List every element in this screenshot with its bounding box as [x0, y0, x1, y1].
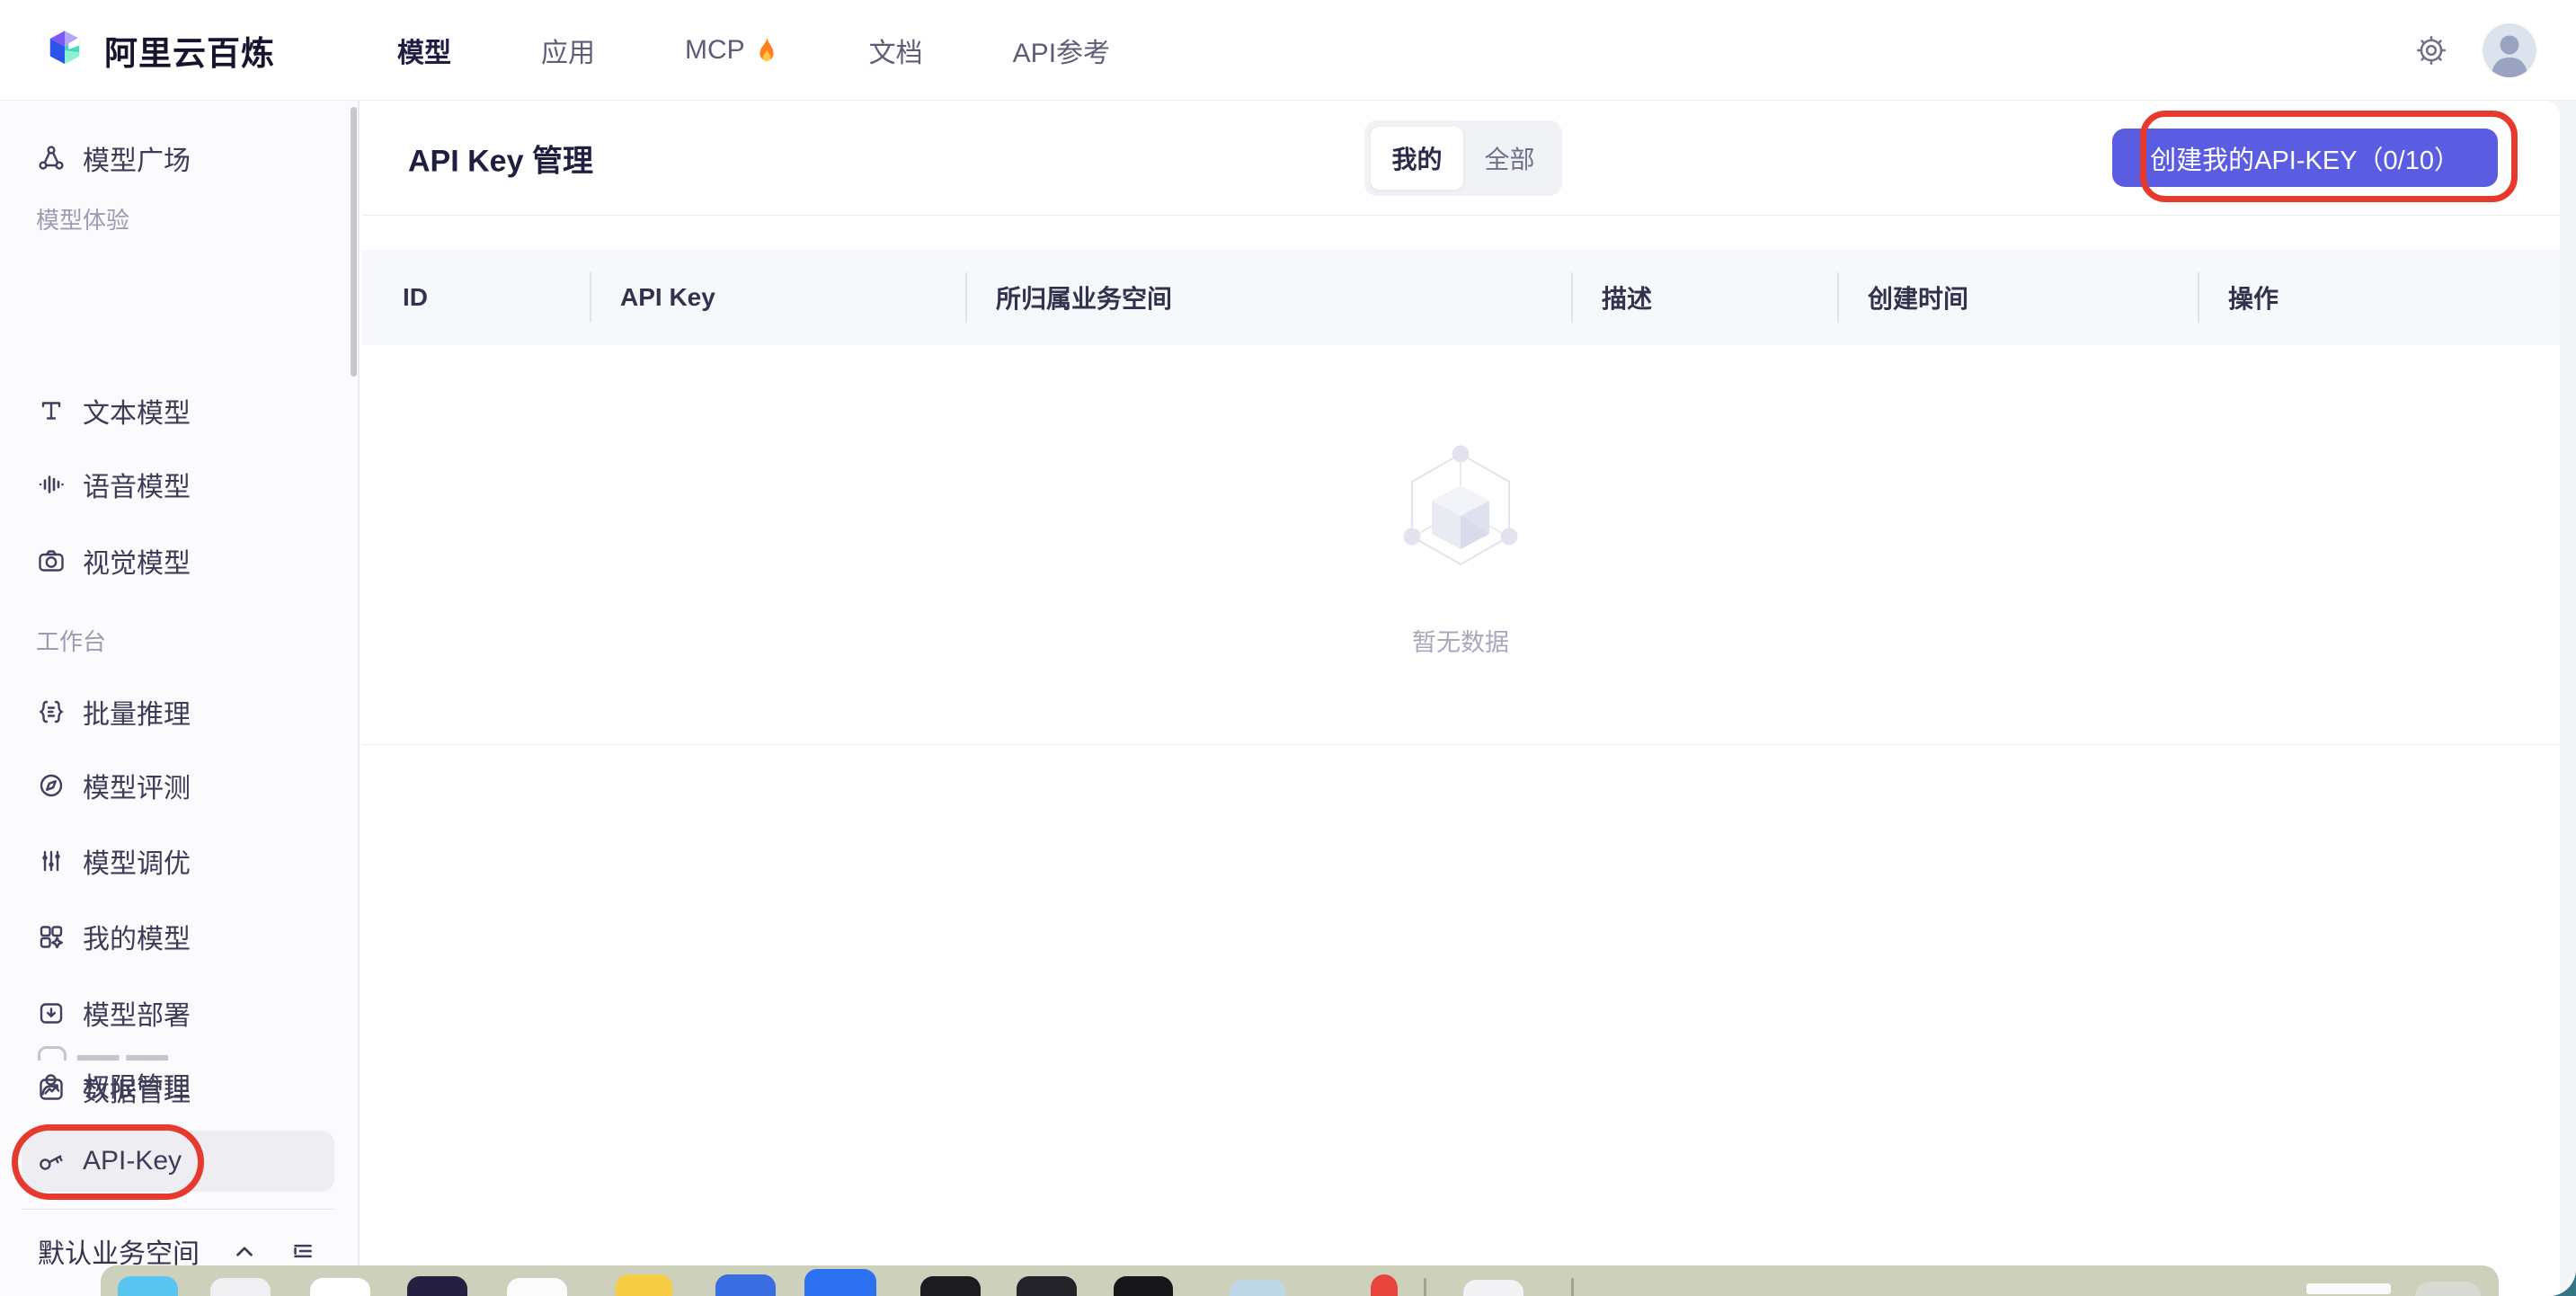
nav-item-docs[interactable]: 文档: [869, 31, 923, 70]
dock-app-9[interactable]: [920, 1276, 981, 1296]
collapse-panel-icon[interactable]: [288, 1237, 316, 1265]
column-header-description: 描述: [1571, 250, 1837, 345]
brand[interactable]: 阿里云百炼: [41, 26, 275, 75]
main-area: API Key 管理 我的 全部 创建我的API-KEY（0/10） ID AP…: [361, 101, 2576, 1296]
bailian-logo-icon: [41, 27, 88, 74]
column-header-actions: 操作: [2198, 250, 2560, 345]
macos-dock: [101, 1265, 2499, 1296]
dock-app-3[interactable]: [310, 1278, 370, 1296]
dock-separator-1: [1424, 1278, 1426, 1296]
person-icon: [36, 1070, 67, 1100]
sidebar-item-label: 模型评测: [83, 766, 191, 805]
dock-trash[interactable]: [2415, 1282, 2481, 1296]
sidebar-section-workbench: 工作台: [36, 627, 106, 652]
column-divider: [1571, 272, 1573, 323]
sidebar-item-label: 模型调优: [83, 841, 191, 881]
sidebar-item-speech-model[interactable]: 语音模型: [0, 457, 351, 512]
dock-app-4[interactable]: [407, 1276, 467, 1296]
sidebar-item-batch-inference[interactable]: 批量推理: [0, 684, 351, 740]
sidebar-divider: [22, 1209, 336, 1210]
key-icon: [36, 1146, 67, 1176]
column-header-id: ID: [361, 250, 590, 345]
nav-item-app[interactable]: 应用: [541, 31, 595, 70]
sidebar-section-experience: 模型体验: [36, 206, 129, 231]
waveform-icon: [36, 469, 67, 500]
dock-app-12[interactable]: [1230, 1280, 1285, 1296]
hub-icon: [36, 143, 67, 173]
camera-icon: [36, 546, 67, 576]
sidebar-item-label: 文本模型: [83, 391, 191, 431]
empty-cube-icon: [1398, 445, 1523, 580]
compass-icon: [36, 770, 67, 801]
dock-app-10[interactable]: [1017, 1276, 1077, 1296]
toggle-option-mine[interactable]: 我的: [1371, 127, 1463, 190]
sidebar-item-my-models[interactable]: 我的模型: [0, 909, 351, 964]
table-header-row: ID API Key 所归属业务空间 描述 创建时间 操作: [361, 250, 2560, 345]
dock-app-8[interactable]: [804, 1269, 876, 1296]
column-divider: [590, 272, 591, 323]
column-divider: [2198, 272, 2199, 323]
primary-nav: 模型 应用 MCP 文档 API参考: [397, 0, 1110, 101]
dock-app-red[interactable]: [1371, 1274, 1398, 1296]
empty-state-text: 暂无数据: [1412, 623, 1509, 658]
sidebar-scrollbar[interactable]: [351, 107, 357, 377]
grid-sparkle-icon: [36, 921, 67, 952]
page-title: API Key 管理: [408, 136, 593, 180]
sidebar-item-model-eval[interactable]: 模型评测: [0, 758, 351, 813]
empty-state: 暂无数据: [361, 445, 2560, 658]
dock-app-7[interactable]: [715, 1274, 776, 1296]
dock-app-6[interactable]: [616, 1274, 672, 1296]
sidebar-item-label: 批量推理: [83, 692, 191, 732]
nav-item-model[interactable]: 模型: [397, 31, 451, 70]
sidebar-item-permission[interactable]: 权限管理: [0, 1057, 351, 1113]
sidebar-item-model-tuning[interactable]: 模型调优: [0, 833, 351, 889]
settings-gear-icon[interactable]: [2414, 33, 2448, 67]
sidebar-item-vision-model[interactable]: 视觉模型: [0, 533, 351, 589]
nav-item-api-ref[interactable]: API参考: [1013, 31, 1110, 70]
sidebar-item-label: 视觉模型: [83, 541, 191, 581]
column-divider: [1837, 272, 1839, 323]
column-header-workspace: 所归属业务空间: [965, 250, 1571, 345]
page-header: API Key 管理 我的 全部 创建我的API-KEY（0/10）: [361, 101, 2560, 216]
sidebar-item-label: 我的模型: [83, 917, 191, 956]
dock-separator-2: [1571, 1278, 1574, 1296]
fire-icon: [754, 36, 779, 65]
braces-list-icon: [36, 697, 67, 727]
sidebar-item-api-key[interactable]: API-Key: [22, 1131, 334, 1192]
create-api-key-button[interactable]: 创建我的API-KEY（0/10）: [2112, 129, 2498, 187]
dock-app-5[interactable]: [507, 1278, 567, 1296]
top-header: 阿里云百炼 模型 应用 MCP 文档 API参考: [0, 0, 2576, 101]
chevron-up-icon[interactable]: [230, 1237, 259, 1265]
column-header-api-key: API Key: [590, 250, 965, 345]
sidebar-item-label: API-Key: [83, 1146, 182, 1176]
sidebar-item-model-deploy[interactable]: 模型部署: [0, 985, 351, 1041]
scope-toggle: 我的 全部: [1364, 120, 1562, 196]
dock-thumbnail[interactable]: [2306, 1283, 2391, 1294]
sidebar-item-model-plaza[interactable]: 模型广场: [0, 130, 351, 186]
dock-app-2[interactable]: [210, 1278, 271, 1296]
brand-name: 阿里云百炼: [104, 26, 275, 75]
dock-app-13[interactable]: [1463, 1280, 1523, 1296]
sidebar: 模型广场 模型体验 文本模型 语音模型: [0, 101, 360, 1296]
table-bottom-border: [361, 744, 2560, 745]
sidebar-item-label: 语音模型: [83, 465, 191, 504]
sidebar-item-text-model[interactable]: 文本模型: [0, 383, 351, 439]
dock-app-11[interactable]: [1114, 1276, 1173, 1296]
dock-app-1[interactable]: [118, 1276, 178, 1296]
column-divider: [965, 272, 967, 323]
sliders-icon: [36, 846, 67, 876]
browser-window: 阿里云百炼 模型 应用 MCP 文档 API参考: [0, 0, 2576, 1296]
macos-screen: 阿里云百炼 模型 应用 MCP 文档 API参考: [0, 0, 2576, 1296]
sidebar-item-label: 模型广场: [83, 138, 191, 178]
nav-item-mcp[interactable]: MCP: [685, 35, 779, 66]
content-card: API Key 管理 我的 全部 创建我的API-KEY（0/10） ID AP…: [361, 101, 2560, 1296]
deploy-box-icon: [36, 998, 67, 1028]
user-avatar[interactable]: [2483, 23, 2536, 77]
sidebar-item-label: 模型部署: [83, 993, 191, 1033]
text-T-icon: [36, 395, 67, 426]
toggle-option-all[interactable]: 全部: [1463, 127, 1556, 190]
column-header-created: 创建时间: [1837, 250, 2198, 345]
sidebar-item-label: 权限管理: [83, 1065, 191, 1105]
